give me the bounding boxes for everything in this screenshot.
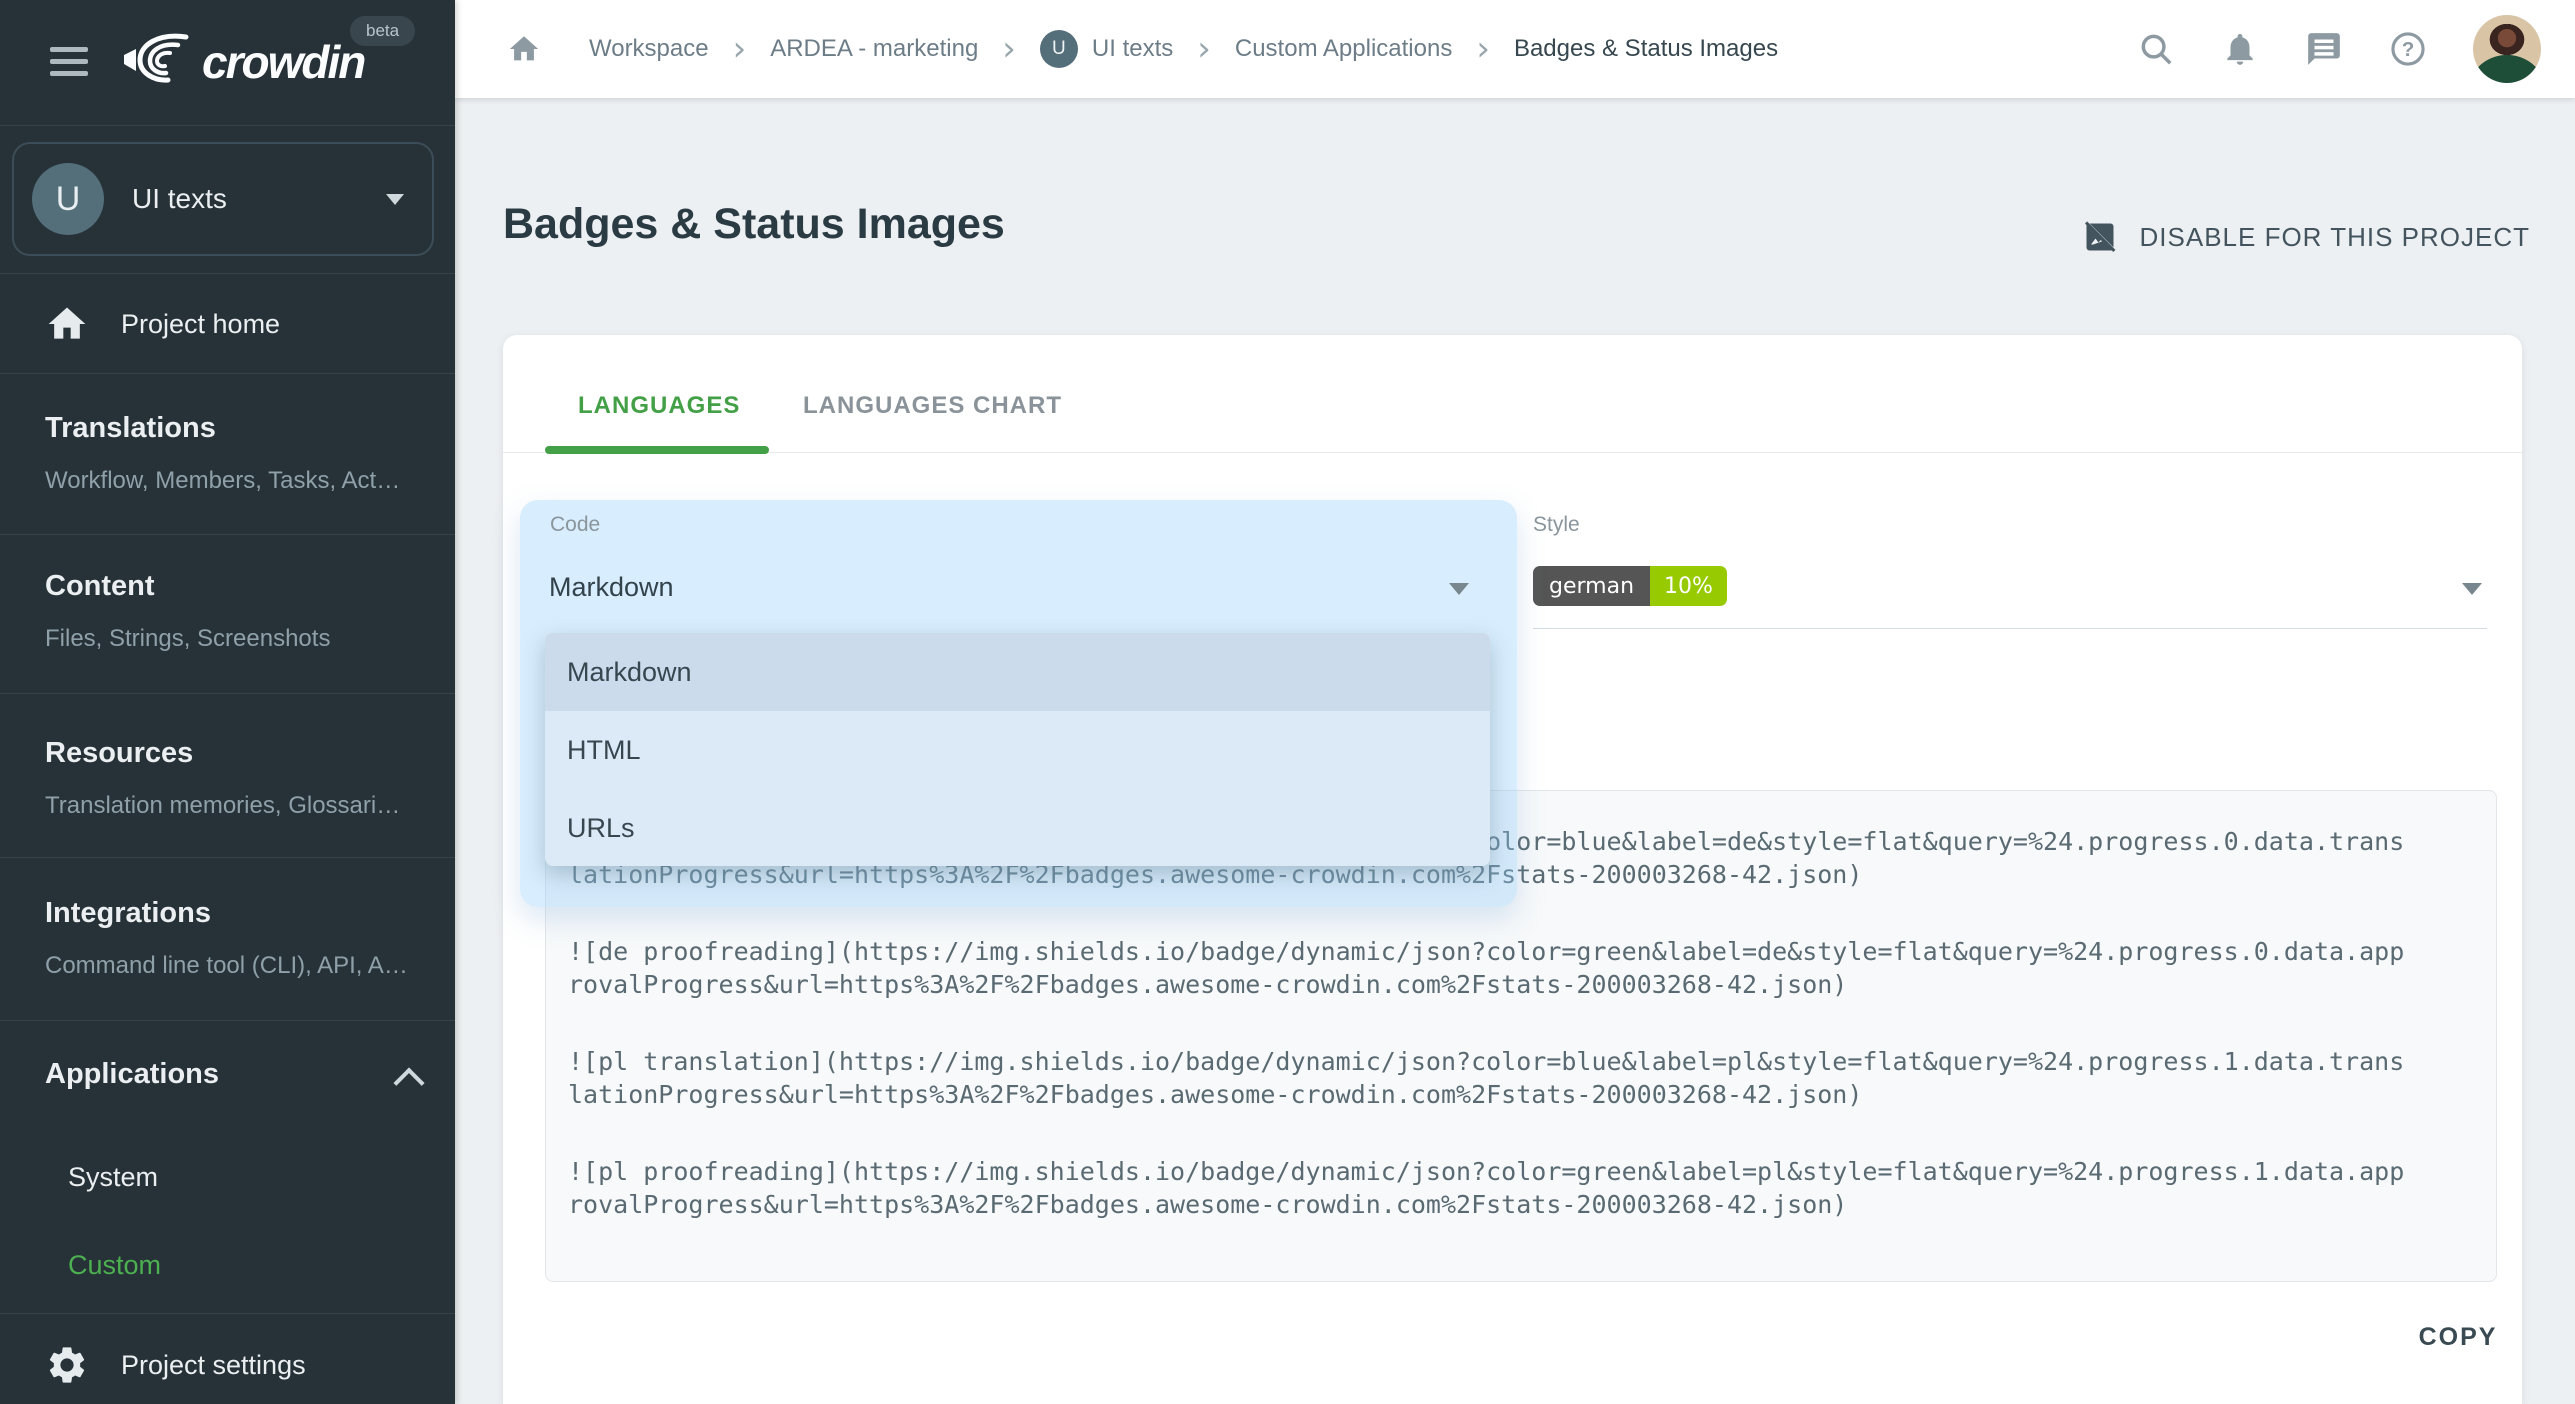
breadcrumb-separator: › <box>1197 37 1211 61</box>
sidebar-item-resources[interactable]: Resources Translation memories, Glossari… <box>45 737 425 820</box>
project-avatar: U <box>32 163 104 235</box>
sidebar-item-label: Project home <box>121 309 280 340</box>
section-subtitle: Workflow, Members, Tasks, Act… <box>45 467 425 495</box>
notifications-bell-icon[interactable] <box>2221 30 2259 68</box>
breadcrumb-separator: › <box>1002 37 1016 61</box>
dropdown-option-urls[interactable]: URLs <box>545 789 1490 866</box>
section-title: Applications <box>45 1058 425 1091</box>
code-select-dropdown: Markdown HTML URLs <box>545 633 1490 866</box>
dropdown-option-markdown[interactable]: Markdown <box>545 633 1490 711</box>
divider <box>0 1020 455 1021</box>
top-navigation-bar: Workspace › ARDEA - marketing › U UI tex… <box>455 0 2575 98</box>
style-select-underline[interactable] <box>1533 628 2487 629</box>
breadcrumb-current-page: Badges & Status Images <box>1514 35 1778 63</box>
divider <box>503 452 2522 453</box>
tab-languages[interactable]: LANGUAGES <box>578 392 740 420</box>
code-select-value[interactable]: Markdown <box>549 572 674 603</box>
status-badge-preview: german 10% <box>1533 566 1727 606</box>
hamburger-menu-icon[interactable] <box>50 47 88 77</box>
sidebar-item-content[interactable]: Content Files, Strings, Screenshots <box>45 570 425 653</box>
breadcrumb: Workspace › ARDEA - marketing › U UI tex… <box>507 30 2137 68</box>
beta-badge: beta <box>350 16 415 46</box>
image-off-icon <box>2082 219 2118 255</box>
disable-for-project-button[interactable]: DISABLE FOR THIS PROJECT <box>2082 212 2530 262</box>
section-title: Content <box>45 570 425 603</box>
help-icon[interactable]: ? <box>2389 30 2427 68</box>
dropdown-option-html[interactable]: HTML <box>545 711 1490 789</box>
breadcrumb-separator: › <box>733 37 747 61</box>
breadcrumb-workspace[interactable]: Workspace <box>589 35 709 63</box>
page-title: Badges & Status Images <box>503 200 1005 249</box>
section-title: Resources <box>45 737 425 770</box>
sidebar-item-integrations[interactable]: Integrations Command line tool (CLI), AP… <box>45 897 425 980</box>
section-title: Translations <box>45 412 425 445</box>
gear-icon <box>45 1343 89 1387</box>
divider <box>0 693 455 694</box>
topbar-actions: ? <box>2137 15 2541 83</box>
breadcrumb-custom-applications[interactable]: Custom Applications <box>1235 35 1452 63</box>
sidebar-item-project-settings[interactable]: Project settings <box>0 1337 455 1393</box>
breadcrumb-label: UI texts <box>1092 35 1173 63</box>
copy-button[interactable]: COPY <box>2400 1315 2516 1359</box>
sidebar-item-translations[interactable]: Translations Workflow, Members, Tasks, A… <box>45 412 425 495</box>
section-title: Integrations <box>45 897 425 930</box>
chevron-down-icon[interactable] <box>1449 583 1469 595</box>
breadcrumb-ui-texts[interactable]: U UI texts <box>1040 30 1173 68</box>
crowdin-logo-text: crowdin <box>202 35 364 89</box>
search-icon[interactable] <box>2137 30 2175 68</box>
code-line: ![pl translation](https://img.shields.io… <box>568 1045 2474 1111</box>
code-line: ![pl proofreading](https://img.shields.i… <box>568 1155 2474 1221</box>
divider <box>0 857 455 858</box>
divider <box>0 534 455 535</box>
chevron-down-icon[interactable] <box>2462 583 2482 595</box>
divider <box>0 125 455 126</box>
sidebar-item-custom[interactable]: Custom <box>68 1250 161 1281</box>
badge-value: 10% <box>1650 566 1727 606</box>
project-name: UI texts <box>132 183 386 215</box>
divider <box>0 273 455 274</box>
disable-button-label: DISABLE FOR THIS PROJECT <box>2140 222 2530 253</box>
code-select-label: Code <box>550 513 600 537</box>
home-icon <box>45 302 89 346</box>
tab-languages-chart[interactable]: LANGUAGES CHART <box>803 392 1062 420</box>
badge-label: german <box>1533 566 1650 606</box>
divider <box>0 1313 455 1314</box>
crowdin-logo[interactable]: crowdin <box>120 34 364 90</box>
svg-text:?: ? <box>2402 38 2415 61</box>
breadcrumb-separator: › <box>1476 37 1490 61</box>
chevron-down-icon <box>386 194 404 205</box>
style-select-label: Style <box>1533 513 1580 537</box>
sidebar-item-label: Project settings <box>121 1350 306 1381</box>
section-subtitle: Translation memories, Glossari… <box>45 792 425 820</box>
messages-icon[interactable] <box>2305 30 2343 68</box>
crowdin-app: crowdin beta U UI texts Project home Tra… <box>0 0 2575 1404</box>
project-mini-avatar: U <box>1040 30 1078 68</box>
code-line: ![de proofreading](https://img.shields.i… <box>568 935 2474 1001</box>
home-icon[interactable] <box>507 32 541 66</box>
user-avatar[interactable] <box>2473 15 2541 83</box>
divider <box>0 373 455 374</box>
crowdin-swoosh-icon <box>120 31 202 94</box>
section-subtitle: Command line tool (CLI), API, A… <box>45 952 425 980</box>
active-tab-indicator <box>545 446 769 454</box>
sidebar-item-applications[interactable]: Applications <box>45 1058 425 1091</box>
breadcrumb-ardea-marketing[interactable]: ARDEA - marketing <box>770 35 978 63</box>
section-subtitle: Files, Strings, Screenshots <box>45 625 425 653</box>
project-selector[interactable]: U UI texts <box>12 142 434 256</box>
sidebar-item-project-home[interactable]: Project home <box>0 296 455 352</box>
sidebar: crowdin beta U UI texts Project home Tra… <box>0 0 455 1404</box>
sidebar-item-system[interactable]: System <box>68 1162 158 1193</box>
